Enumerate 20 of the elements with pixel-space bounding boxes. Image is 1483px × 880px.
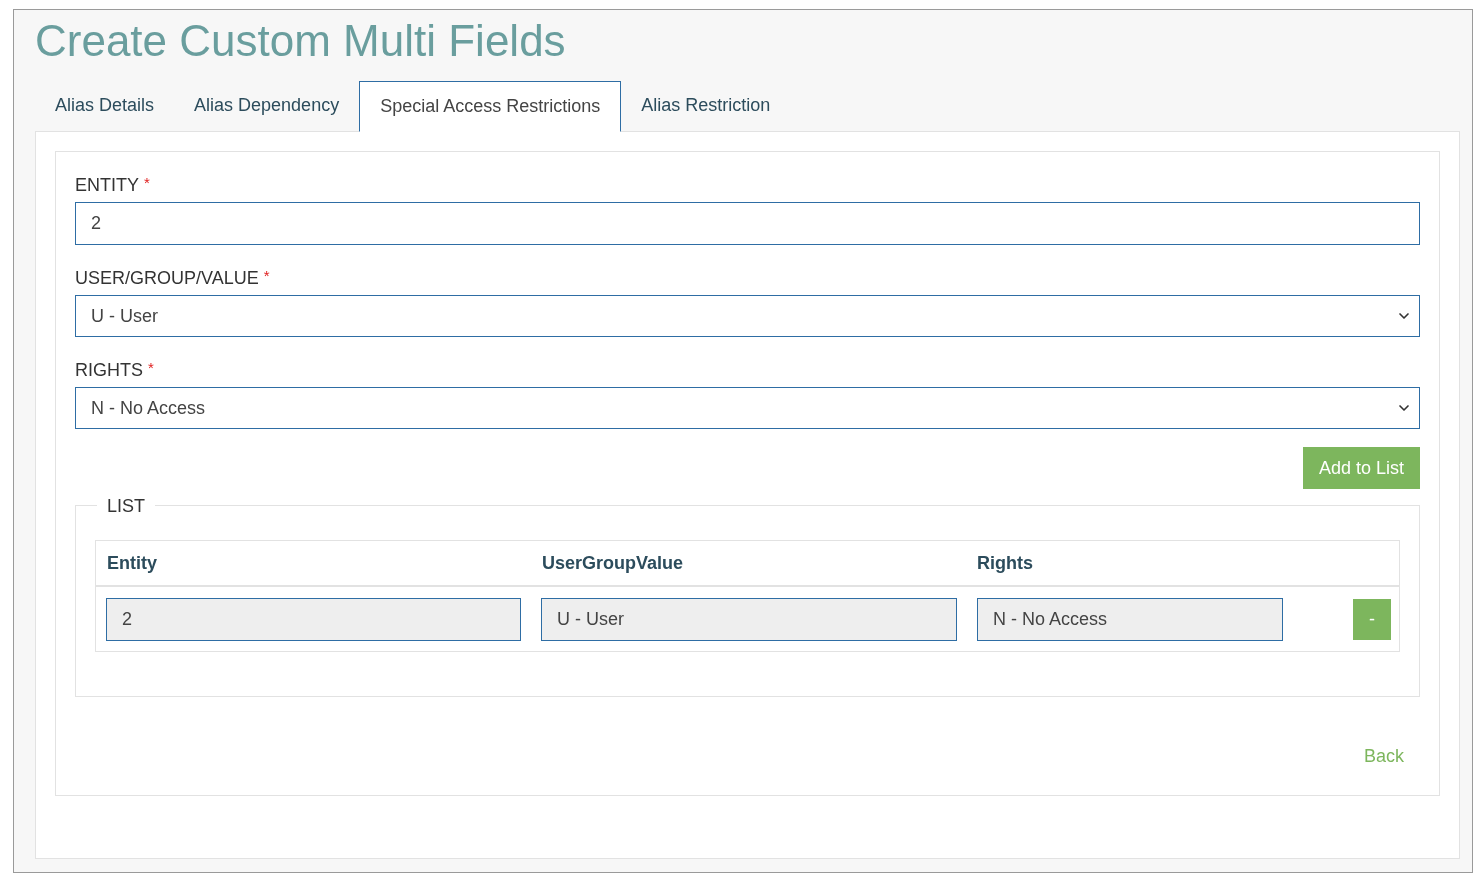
required-mark: * bbox=[148, 358, 154, 378]
select-field[interactable]: N - No Access bbox=[75, 387, 1420, 429]
select-field[interactable]: U - User bbox=[75, 295, 1420, 337]
column-header: UserGroupValue bbox=[541, 551, 685, 575]
field-label: USER/GROUP/VALUE bbox=[75, 267, 259, 290]
tab[interactable]: Alias Restriction bbox=[621, 80, 791, 131]
field-label: ENTITY bbox=[75, 174, 139, 197]
tab[interactable]: Alias Details bbox=[35, 80, 175, 131]
page-title: Create Custom Multi Fields bbox=[35, 15, 567, 67]
input-field[interactable]: 2 bbox=[75, 202, 1420, 245]
tab[interactable]: Special Access Restrictions bbox=[359, 81, 622, 132]
field-label: RIGHTS bbox=[75, 359, 143, 382]
column-header: Entity bbox=[106, 551, 158, 575]
table-cell-field[interactable]: 2 bbox=[106, 597, 521, 641]
tab[interactable]: Alias Dependency bbox=[174, 80, 360, 131]
required-mark: * bbox=[263, 266, 270, 286]
table-cell-field[interactable]: U - User bbox=[541, 597, 957, 641]
table-cell-field[interactable]: N - No Access bbox=[977, 597, 1283, 641]
column-header: Rights bbox=[976, 551, 1034, 575]
required-mark: * bbox=[144, 173, 150, 193]
